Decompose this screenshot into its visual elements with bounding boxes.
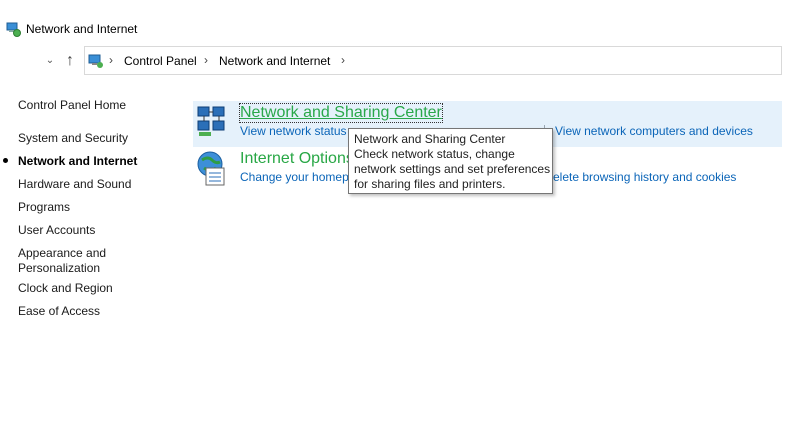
breadcrumb-network-internet[interactable]: Network and Internet	[219, 54, 330, 68]
view-network-status-link[interactable]: View network status	[240, 124, 347, 138]
view-network-computers-link[interactable]: View network computers and devices	[555, 124, 753, 138]
address-bar[interactable]: › Control Panel › Network and Internet ›	[84, 46, 782, 75]
control-panel-icon	[88, 53, 104, 69]
sidebar-item-programs[interactable]: Programs	[18, 200, 70, 214]
active-bullet-icon	[3, 158, 8, 163]
sidebar-home-link[interactable]: Control Panel Home	[18, 98, 126, 112]
sidebar-item-appearance-line2[interactable]: Personalization	[18, 261, 100, 275]
up-arrow-icon[interactable]: ↑	[62, 52, 78, 70]
sidebar-item-user-accounts[interactable]: User Accounts	[18, 223, 95, 237]
sidebar-item-hardware-sound[interactable]: Hardware and Sound	[18, 177, 131, 191]
window-titlebar: Network and Internet	[0, 0, 800, 44]
navigation-bar: ⌄ ↑ › Control Panel › Network and Intern…	[0, 46, 800, 78]
sidebar-item-clock-region[interactable]: Clock and Region	[18, 281, 113, 295]
sidebar-item-appearance[interactable]: Appearance and	[18, 246, 106, 260]
internet-options-link[interactable]: Internet Options	[240, 150, 354, 168]
breadcrumb-separator-icon[interactable]: ›	[341, 53, 345, 67]
breadcrumb-separator-icon[interactable]: ›	[204, 53, 208, 67]
tooltip-line: for sharing files and printers.	[354, 177, 506, 191]
sidebar-item-network-internet[interactable]: Network and Internet	[18, 154, 137, 168]
breadcrumb-control-panel[interactable]: Control Panel	[124, 54, 197, 68]
tooltip-line: Check network status, change	[354, 147, 515, 161]
tooltip-line: Network and Sharing Center	[354, 132, 506, 146]
sidebar-item-ease-access[interactable]: Ease of Access	[18, 304, 100, 318]
network-sharing-center-link[interactable]: Network and Sharing Center	[239, 103, 443, 123]
tooltip: Network and Sharing Center Check network…	[348, 128, 553, 194]
internet-options-icon	[196, 150, 228, 186]
network-sharing-center-icon	[196, 104, 228, 138]
network-internet-icon	[5, 21, 21, 37]
sidebar-item-system-security[interactable]: System and Security	[18, 131, 128, 145]
chevron-down-icon[interactable]: ⌄	[43, 54, 57, 68]
delete-browsing-history-link[interactable]: elete browsing history and cookies	[553, 170, 736, 184]
breadcrumb-separator-icon[interactable]: ›	[109, 53, 113, 67]
tooltip-line: network settings and set preferences	[354, 162, 551, 176]
change-homepage-link[interactable]: Change your homep	[240, 170, 349, 184]
window-title: Network and Internet	[26, 22, 138, 36]
